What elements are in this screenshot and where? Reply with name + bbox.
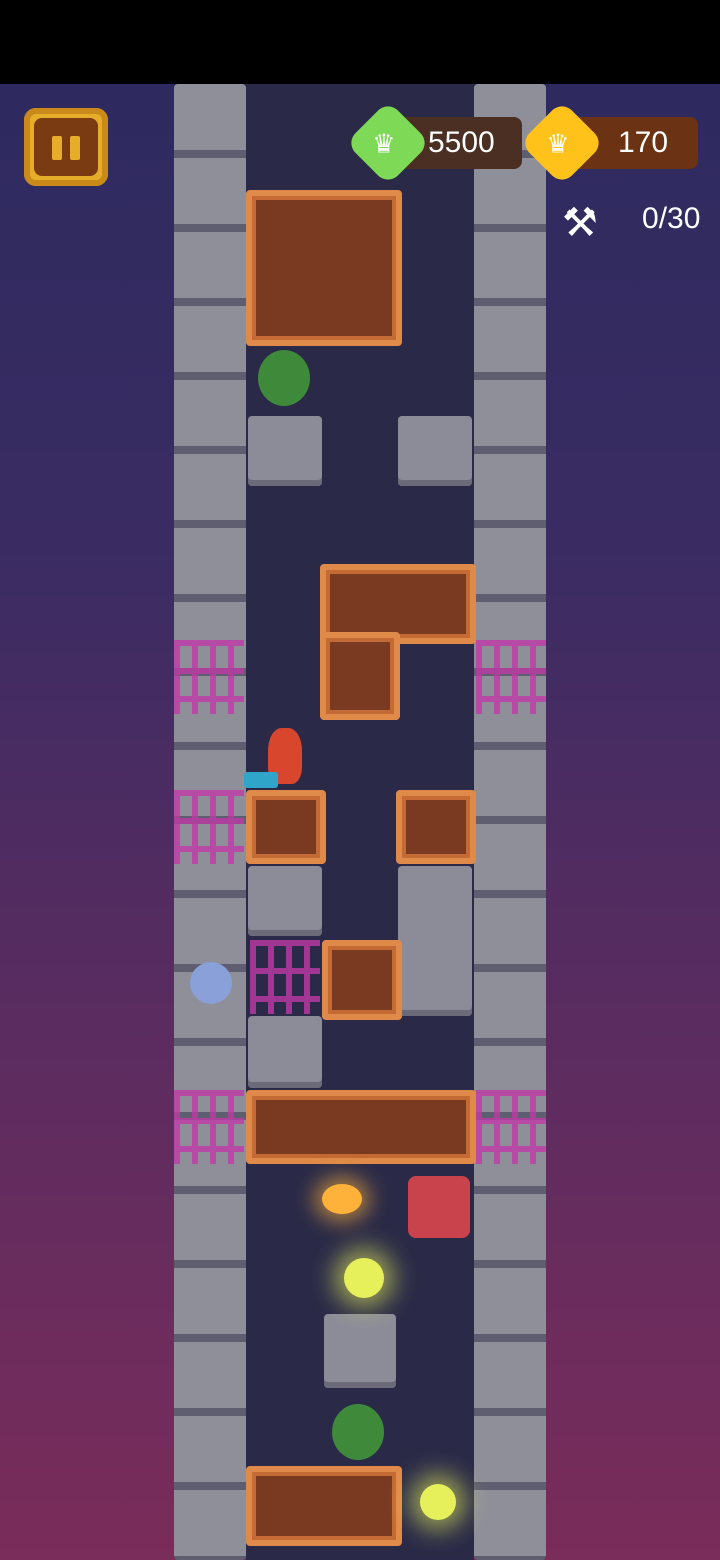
glowing-fly-enemy xyxy=(420,1484,456,1520)
smash-counter: ⚒ 0/30 xyxy=(562,201,701,245)
gate xyxy=(476,640,546,714)
stone-block xyxy=(248,416,322,486)
orc-enemy xyxy=(332,1404,384,1460)
stone-block xyxy=(248,866,322,936)
hammer-icon: ⚒ xyxy=(562,201,598,245)
breakable-brick-block[interactable] xyxy=(320,632,400,720)
stone-block xyxy=(248,1016,322,1088)
pigeon xyxy=(190,962,232,1004)
breakable-brick-block[interactable] xyxy=(246,1090,476,1164)
gate xyxy=(174,790,244,864)
dragon-head-trap xyxy=(408,1176,470,1238)
pause-icon xyxy=(34,118,98,176)
gate xyxy=(250,940,320,1014)
smash-total: 30 xyxy=(667,202,701,235)
coin-value: 170 xyxy=(618,126,669,159)
breakable-brick-block[interactable] xyxy=(322,940,402,1020)
breakable-brick-block[interactable] xyxy=(246,1466,402,1546)
right-tower-wall xyxy=(474,84,546,1560)
orc-enemy xyxy=(258,350,310,406)
pause-button[interactable] xyxy=(24,108,108,186)
breakable-brick-block[interactable] xyxy=(246,190,402,346)
score-value: 5500 xyxy=(428,126,495,159)
smash-count: 0 xyxy=(642,202,659,235)
gate xyxy=(174,640,244,714)
breakable-brick-block[interactable] xyxy=(396,790,476,864)
gate xyxy=(476,1090,546,1164)
status-bar xyxy=(0,0,720,84)
breakable-brick-block[interactable] xyxy=(246,790,326,864)
glowing-fly-enemy xyxy=(344,1258,384,1298)
stone-block xyxy=(324,1314,396,1388)
stone-block xyxy=(398,866,472,1016)
stone-block xyxy=(398,416,472,486)
hammer-icon xyxy=(244,772,278,788)
gate xyxy=(174,1090,244,1164)
fire-spark xyxy=(322,1184,362,1214)
